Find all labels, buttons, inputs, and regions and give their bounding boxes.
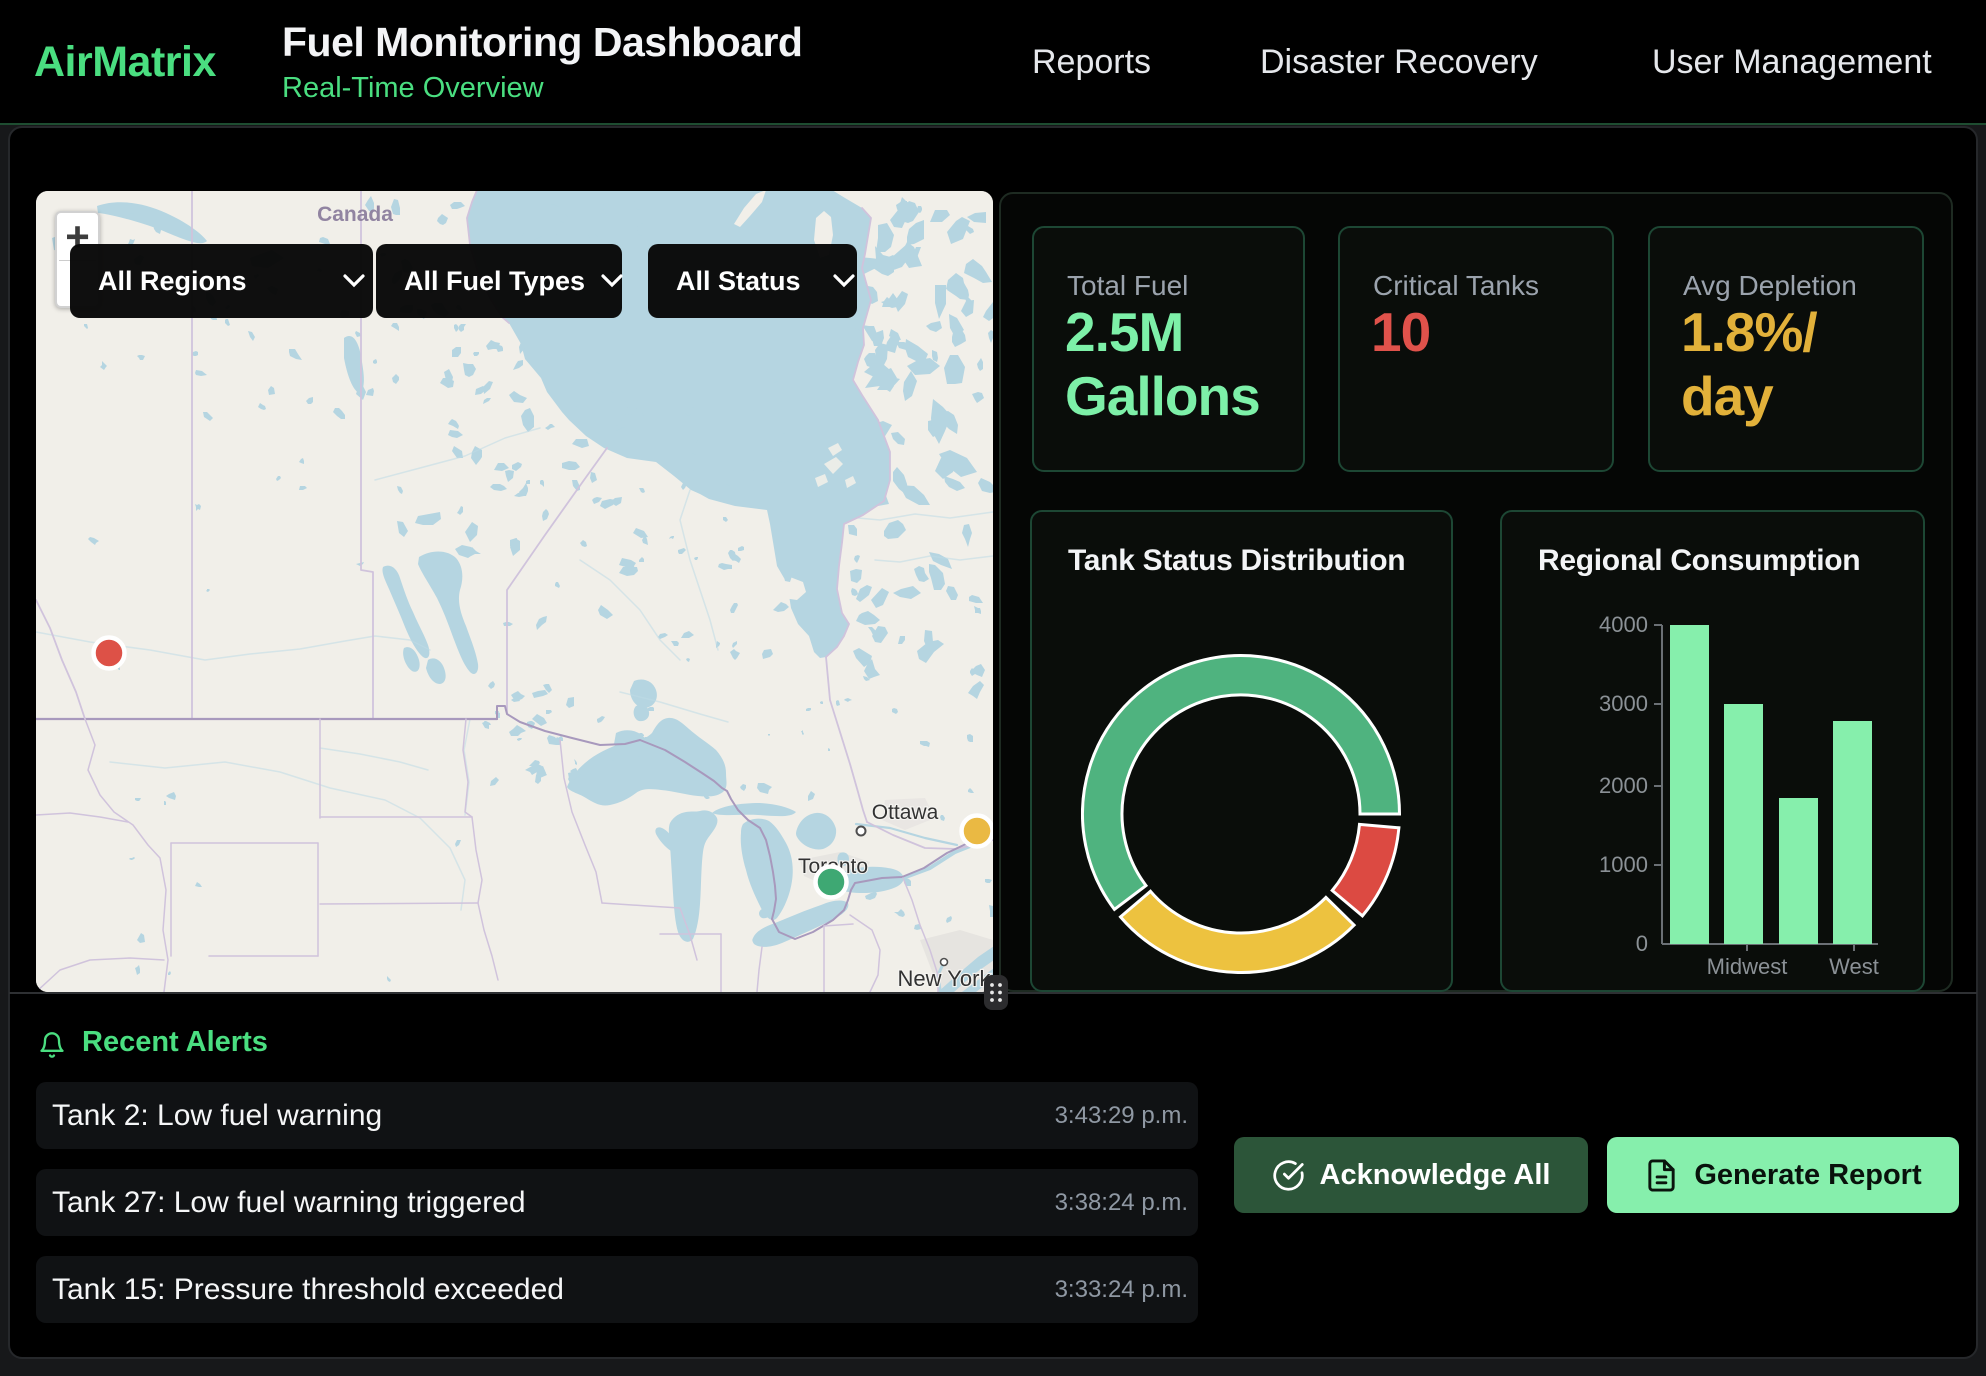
svg-text:Canada: Canada bbox=[317, 203, 393, 226]
svg-text:Midwest: Midwest bbox=[1707, 954, 1788, 979]
svg-text:Ottawa: Ottawa bbox=[872, 801, 939, 824]
svg-text:1000: 1000 bbox=[1599, 852, 1648, 877]
svg-text:2000: 2000 bbox=[1599, 773, 1648, 798]
svg-text:New York: New York bbox=[898, 966, 992, 991]
svg-text:West: West bbox=[1829, 954, 1879, 979]
svg-text:4000: 4000 bbox=[1599, 612, 1648, 637]
svg-text:3000: 3000 bbox=[1599, 691, 1648, 716]
svg-text:0: 0 bbox=[1636, 931, 1648, 956]
